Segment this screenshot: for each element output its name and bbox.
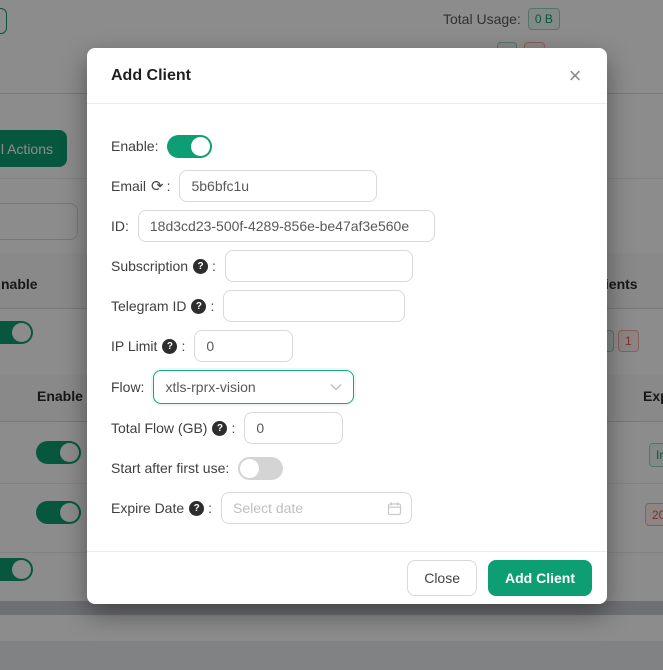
email-label: Email	[111, 178, 146, 194]
field-row-email: Email ⟳ :	[111, 170, 583, 202]
modal-header: Add Client ×	[87, 48, 607, 104]
email-input[interactable]	[179, 170, 377, 202]
total-flow-input[interactable]	[244, 412, 343, 444]
flow-label: Flow:	[111, 379, 144, 395]
id-input[interactable]	[138, 210, 435, 242]
field-row-telegram: Telegram ID ? :	[111, 290, 583, 322]
field-row-total-flow: Total Flow (GB) ? :	[111, 412, 583, 444]
subscription-label-colon: :	[212, 258, 216, 274]
field-row-ip-limit: IP Limit ? :	[111, 330, 583, 362]
help-icon[interactable]: ?	[193, 259, 208, 274]
expire-date-label-colon: :	[208, 500, 212, 516]
start-after-label: Start after first use:	[111, 460, 229, 476]
ip-limit-label-colon: :	[181, 338, 185, 354]
modal-body: Enable: Email ⟳ : ID: Subscription ? : T…	[87, 104, 607, 551]
subscription-label: Subscription	[111, 258, 188, 274]
chevron-down-icon	[330, 383, 342, 391]
flow-select[interactable]: xtls-rprx-vision	[153, 370, 354, 404]
toggle-knob	[240, 459, 259, 478]
help-icon[interactable]: ?	[212, 421, 227, 436]
flow-select-value: xtls-rprx-vision	[165, 379, 255, 395]
total-flow-label-colon: :	[231, 420, 235, 436]
close-button[interactable]: Close	[407, 560, 477, 596]
field-row-start-after: Start after first use:	[111, 452, 583, 484]
toggle-knob	[191, 137, 210, 156]
enable-label: Enable:	[111, 138, 158, 154]
subscription-input[interactable]	[225, 250, 413, 282]
id-label: ID:	[111, 218, 129, 234]
expire-date-label: Expire Date	[111, 500, 184, 516]
close-icon[interactable]: ×	[561, 62, 589, 90]
help-icon[interactable]: ?	[191, 299, 206, 314]
help-icon[interactable]: ?	[162, 339, 177, 354]
add-client-modal: Add Client × Enable: Email ⟳ : ID: Subsc…	[87, 48, 607, 604]
ip-limit-input[interactable]	[194, 330, 293, 362]
field-row-subscription: Subscription ? :	[111, 250, 583, 282]
field-row-id: ID:	[111, 210, 583, 242]
telegram-id-input[interactable]	[223, 290, 405, 322]
expire-date-input[interactable]	[221, 492, 412, 524]
telegram-label-colon: :	[210, 298, 214, 314]
start-after-first-use-toggle[interactable]	[238, 457, 283, 480]
total-flow-label: Total Flow (GB)	[111, 420, 207, 436]
email-label-colon: :	[167, 178, 171, 194]
help-icon[interactable]: ?	[189, 501, 204, 516]
field-row-enable: Enable:	[111, 130, 583, 162]
enable-toggle[interactable]	[167, 135, 212, 158]
modal-title: Add Client	[111, 67, 191, 85]
field-row-flow: Flow: xtls-rprx-vision	[111, 370, 583, 404]
ip-limit-label: IP Limit	[111, 338, 157, 354]
telegram-label: Telegram ID	[111, 298, 186, 314]
refresh-email-icon[interactable]: ⟳	[151, 179, 164, 194]
add-client-button[interactable]: Add Client	[488, 560, 592, 596]
field-row-expire-date: Expire Date ? :	[111, 492, 583, 524]
modal-footer: Close Add Client	[87, 551, 607, 604]
